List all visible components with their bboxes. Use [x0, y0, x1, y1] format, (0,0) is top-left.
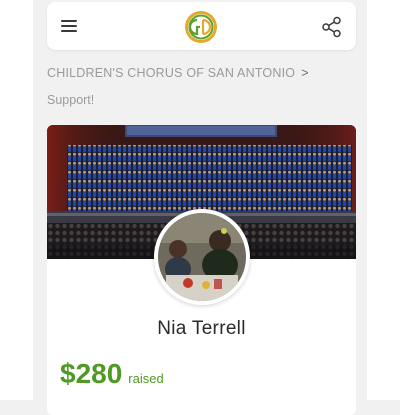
hamburger-menu-icon[interactable]: [59, 16, 79, 36]
fundraiser-name: Nia Terrell: [157, 318, 246, 339]
breadcrumb: CHILDREN'S CHORUS OF SAN ANTONIO >: [47, 64, 347, 82]
organization-logo-icon[interactable]: [184, 10, 218, 44]
raised-summary: $280 raised: [60, 358, 164, 390]
profile-photo: [158, 213, 246, 301]
page-column: CHILDREN'S CHORUS OF SAN ANTONIO > Suppor…: [33, 0, 367, 415]
breadcrumb-separator: >: [301, 66, 309, 80]
breadcrumb-current: Support!: [47, 93, 95, 107]
left-margin: [0, 0, 33, 400]
raised-amount: $280: [60, 358, 123, 389]
fundraiser-card: Nia Terrell $280 raised: [47, 125, 356, 415]
share-icon[interactable]: [321, 16, 343, 38]
raised-label: raised: [128, 371, 164, 386]
avatar: [154, 209, 250, 305]
right-margin: [367, 0, 400, 400]
top-navigation-bar: [47, 2, 356, 50]
breadcrumb-parent-link[interactable]: CHILDREN'S CHORUS OF SAN ANTONIO: [47, 66, 295, 80]
